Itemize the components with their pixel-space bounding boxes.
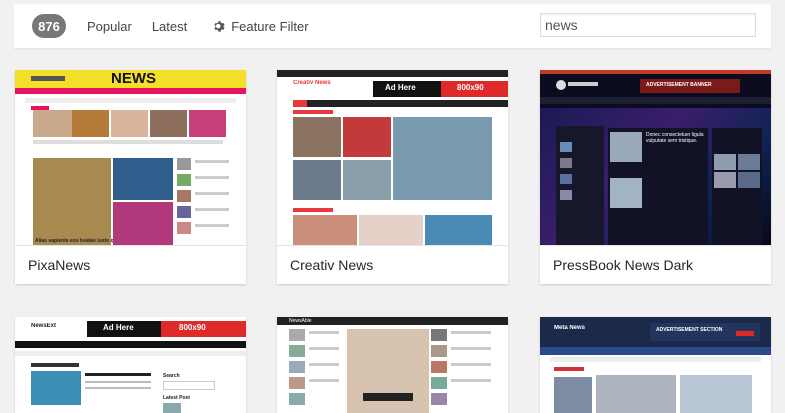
preview-logo: Meta News bbox=[554, 325, 586, 331]
theme-card-pressbook-news-dark[interactable]: ADVERTISEMENT BANNER Donec consectetuer … bbox=[540, 70, 771, 284]
preview-ad-size: 800x90 bbox=[179, 323, 206, 332]
theme-screenshot[interactable]: NEWS Alias sapiente eos beatae iusto qui… bbox=[15, 70, 246, 245]
theme-screenshot[interactable]: Meta News ADVERTISEMENT SECTION bbox=[540, 317, 771, 413]
preview-sidebar-title-2: Latest Post bbox=[163, 395, 190, 401]
preview-headline: Alias sapiente eos beatae iusto quia bbox=[35, 238, 121, 244]
theme-card-newsext[interactable]: NewsExt Ad Here 800x90 Search Latest Pos… bbox=[15, 317, 246, 413]
gear-icon bbox=[214, 20, 225, 32]
theme-card-pixanews[interactable]: NEWS Alias sapiente eos beatae iusto qui… bbox=[15, 70, 246, 284]
preview-logo: NewsAble bbox=[289, 318, 312, 324]
theme-card-meta-news[interactable]: Meta News ADVERTISEMENT SECTION bbox=[540, 317, 771, 413]
theme-filter-bar: 876 Popular Latest Feature Filter bbox=[14, 4, 771, 48]
preview-headline: Donec consectetuer ligula vulputate sem … bbox=[646, 132, 704, 144]
preview-banner: ADVERTISEMENT SECTION bbox=[656, 327, 723, 333]
feature-filter-button[interactable]: Feature Filter bbox=[213, 18, 309, 34]
filter-latest-link[interactable]: Latest bbox=[152, 19, 187, 34]
theme-name: PressBook News Dark bbox=[540, 245, 771, 284]
theme-name: PixaNews bbox=[15, 245, 246, 284]
theme-card-creativ-news[interactable]: Creativ News Ad Here 800x90 Creativ News bbox=[277, 70, 508, 284]
preview-logo: NEWS bbox=[111, 70, 156, 87]
theme-screenshot[interactable]: NewsAble bbox=[277, 317, 508, 413]
theme-search-input[interactable] bbox=[540, 13, 756, 37]
theme-screenshot[interactable]: Creativ News Ad Here 800x90 bbox=[277, 70, 508, 245]
theme-name: Creativ News bbox=[277, 245, 508, 284]
feature-filter-label: Feature Filter bbox=[231, 18, 309, 34]
preview-ad-text: Ad Here bbox=[385, 83, 416, 92]
preview-ad-size: 800x90 bbox=[457, 83, 484, 92]
preview-ad-text: Ad Here bbox=[103, 323, 134, 332]
theme-screenshot[interactable]: NewsExt Ad Here 800x90 Search Latest Pos… bbox=[15, 317, 246, 413]
theme-screenshot[interactable]: ADVERTISEMENT BANNER Donec consectetuer … bbox=[540, 70, 771, 245]
theme-card-newsable[interactable]: NewsAble bbox=[277, 317, 508, 413]
preview-logo: Creativ News bbox=[293, 80, 331, 86]
preview-banner: ADVERTISEMENT BANNER bbox=[646, 82, 712, 88]
theme-count-badge: 876 bbox=[32, 14, 66, 38]
preview-sidebar-title: Search bbox=[163, 373, 180, 379]
preview-logo: NewsExt bbox=[31, 323, 57, 329]
filter-popular-link[interactable]: Popular bbox=[87, 19, 132, 34]
